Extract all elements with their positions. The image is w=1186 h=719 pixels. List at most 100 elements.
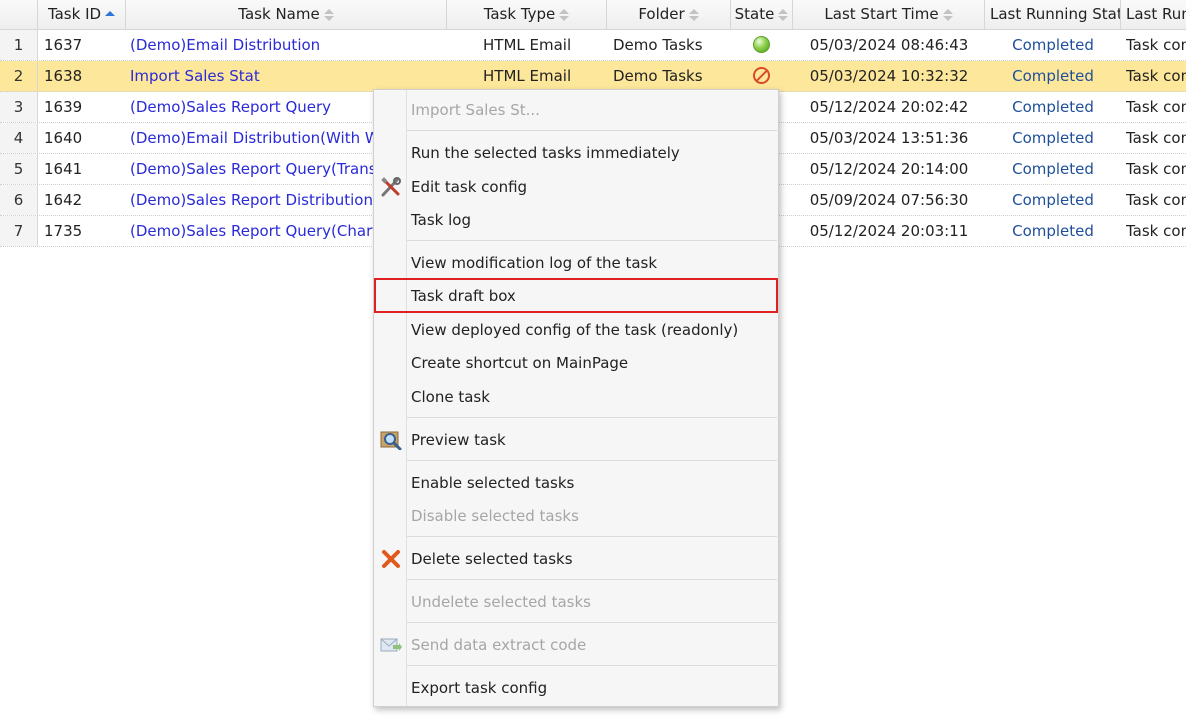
folder-cell: Demo Tasks [613, 36, 703, 54]
menu-item-undelete-selected[interactable]: Undelete selected tasks [374, 587, 778, 617]
last-start-time-cell: 05/12/2024 20:14:00 [809, 160, 969, 178]
row-number: 7 [0, 216, 38, 246]
menu-item-preview-task[interactable]: Preview task [374, 425, 778, 455]
header-task-name[interactable]: Task Name [126, 0, 447, 29]
task-id-cell: 1639 [44, 98, 83, 116]
sort-asc-icon [105, 8, 116, 22]
status-link[interactable]: Completed [985, 154, 1121, 184]
menu-title: Import Sales St... [374, 95, 778, 125]
info-cell: Task completed [1126, 222, 1186, 240]
status-link[interactable]: Completed [985, 61, 1121, 91]
mail-icon [380, 635, 402, 655]
menu-separator [407, 417, 777, 418]
context-menu: Import Sales St... Run the selected task… [373, 89, 779, 707]
grid-header: Task ID Task Name Task Type Folder State… [0, 0, 1186, 30]
menu-item-label: Run the selected tasks immediately [411, 144, 680, 162]
menu-item-enable-selected[interactable]: Enable selected tasks [374, 468, 778, 498]
task-id-cell: 1638 [44, 67, 83, 85]
last-start-time-cell: 05/09/2024 07:56:30 [809, 191, 969, 209]
menu-item-label: Disable selected tasks [411, 507, 579, 525]
menu-item-run-immediately[interactable]: Run the selected tasks immediately [374, 138, 778, 168]
header-label: Last Start Time [824, 5, 939, 23]
last-start-time-cell: 05/03/2024 10:32:32 [809, 67, 969, 85]
menu-separator [407, 460, 777, 461]
sort-icon [942, 8, 953, 22]
menu-item-disable-selected[interactable]: Disable selected tasks [374, 501, 778, 531]
status-link[interactable]: Completed [985, 123, 1121, 153]
menu-item-label: Create shortcut on MainPage [411, 354, 629, 372]
menu-item-label: Send data extract code [411, 636, 587, 654]
task-id-cell: 1642 [44, 191, 83, 209]
menu-item-send-data-extract-code[interactable]: Send data extract code [374, 630, 778, 660]
task-type-cell: HTML Email [483, 67, 572, 85]
sort-icon [559, 8, 570, 22]
info-cell: Task completed [1126, 129, 1186, 147]
menu-item-label: Undelete selected tasks [411, 593, 591, 611]
status-link[interactable]: Completed [985, 185, 1121, 215]
menu-item-task-log[interactable]: Task log [374, 205, 778, 235]
state-disabled-icon [753, 67, 770, 84]
header-last-start-time[interactable]: Last Start Time [793, 0, 985, 29]
header-last-running-info[interactable]: Last Running Info [1121, 0, 1186, 29]
menu-item-label: Delete selected tasks [411, 550, 573, 568]
menu-item-view-modification-log[interactable]: View modification log of the task [374, 248, 778, 278]
menu-item-clone-task[interactable]: Clone task [374, 382, 778, 412]
header-label: Folder [638, 5, 685, 23]
task-id-cell: 1637 [44, 36, 83, 54]
sort-icon [323, 8, 334, 22]
task-type-cell: HTML Email [483, 36, 572, 54]
task-id-cell: 1641 [44, 160, 83, 178]
info-cell: Task completed [1126, 191, 1186, 209]
menu-item-label: Preview task [411, 431, 506, 449]
header-label: State [734, 5, 775, 23]
info-cell: Task completed [1126, 67, 1186, 85]
menu-separator [407, 665, 777, 666]
menu-item-label: Clone task [411, 388, 490, 406]
menu-item-export-task-config[interactable]: Export task config [374, 673, 778, 703]
status-link[interactable]: Completed [985, 92, 1121, 122]
task-name-link[interactable]: (Demo)Email Distribution [130, 30, 445, 60]
menu-item-create-shortcut[interactable]: Create shortcut on MainPage [374, 348, 778, 378]
header-label: Task ID [47, 5, 102, 23]
row-number: 6 [0, 185, 38, 215]
folder-cell: Demo Tasks [613, 67, 703, 85]
status-link[interactable]: Completed [985, 216, 1121, 246]
task-name-link[interactable]: Import Sales Stat [130, 61, 445, 91]
delete-icon [380, 549, 402, 569]
header-label: Task Type [483, 5, 556, 23]
table-row[interactable]: 1 1637 (Demo)Email Distribution HTML Ema… [0, 30, 1186, 61]
preview-icon [380, 430, 402, 451]
sort-icon [778, 8, 789, 22]
info-cell: Task completed [1126, 160, 1186, 178]
row-number: 2 [0, 61, 38, 91]
highlight-box [374, 278, 778, 313]
menu-item-label: Edit task config [411, 178, 528, 196]
header-last-running-state[interactable]: Last Running State [985, 0, 1121, 29]
last-start-time-cell: 05/03/2024 13:51:36 [809, 129, 969, 147]
menu-item-label: Enable selected tasks [411, 474, 575, 492]
header-label: Task Name [238, 5, 320, 23]
header-task-id[interactable]: Task ID [38, 0, 126, 29]
row-number: 4 [0, 123, 38, 153]
last-start-time-cell: 05/12/2024 20:02:42 [809, 98, 969, 116]
status-link[interactable]: Completed [985, 30, 1121, 60]
menu-item-delete-selected[interactable]: Delete selected tasks [374, 544, 778, 574]
menu-item-view-deployed-config[interactable]: View deployed config of the task (readon… [374, 315, 778, 345]
menu-separator [407, 240, 777, 241]
header-rownum [0, 0, 38, 29]
row-number: 5 [0, 154, 38, 184]
row-number: 3 [0, 92, 38, 122]
header-label: Last Running Info [1126, 5, 1186, 23]
menu-separator [407, 130, 777, 131]
menu-title-label: Import Sales St... [411, 101, 540, 119]
header-state[interactable]: State [731, 0, 793, 29]
header-task-type[interactable]: Task Type [447, 0, 607, 29]
menu-item-edit-task-config[interactable]: Edit task config [374, 172, 778, 202]
menu-item-label: Task log [411, 211, 472, 229]
header-folder[interactable]: Folder [607, 0, 731, 29]
table-row-selected[interactable]: 2 1638 Import Sales Stat HTML Email Demo… [0, 61, 1186, 92]
row-number: 1 [0, 30, 38, 60]
sort-icon [688, 8, 699, 22]
task-id-cell: 1735 [44, 222, 83, 240]
menu-separator [407, 536, 777, 537]
